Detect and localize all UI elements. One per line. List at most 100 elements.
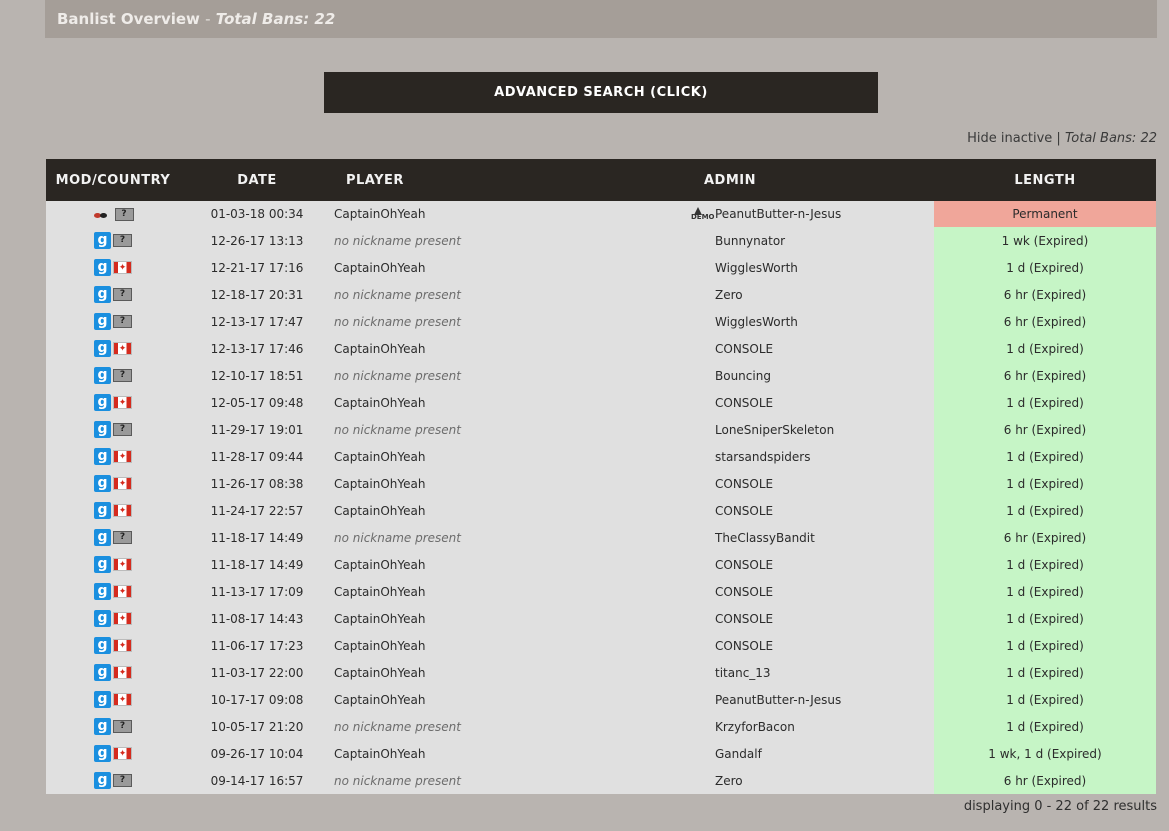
player-name[interactable]: no nickname present <box>334 416 684 443</box>
player-name[interactable]: no nickname present <box>334 227 684 254</box>
admin-name: CONSOLE <box>715 476 774 491</box>
col-admin[interactable]: ADMIN <box>684 159 934 201</box>
ban-date: 12-26-17 13:13 <box>180 227 334 254</box>
admin-name: Zero <box>715 773 743 788</box>
table-row[interactable]: g ✦ 11-18-17 14:49 CaptainOhYeah CONSOLE 1 d … <box>46 551 1156 578</box>
table-row[interactable]: g ✦ 12-21-17 17:16 CaptainOhYeah WigglesWort… <box>46 254 1156 281</box>
col-player[interactable]: PLAYER <box>334 159 684 201</box>
canada-flag-icon: ✦ <box>113 639 132 652</box>
admin-name: Gandalf <box>715 746 762 761</box>
table-row[interactable]: g? 12-26-17 13:13 no nickname present Bunny… <box>46 227 1156 254</box>
table-row[interactable]: g ✦ 11-24-17 22:57 CaptainOhYeah CONSOLE 1 d … <box>46 497 1156 524</box>
ban-length-expired: 1 d (Expired) <box>934 254 1156 281</box>
player-name[interactable]: CaptainOhYeah <box>334 686 684 713</box>
player-name[interactable]: CaptainOhYeah <box>334 443 684 470</box>
admin-cell: KrzyforBacon <box>684 713 934 740</box>
table-row[interactable]: g ✦ 10-17-17 09:08 CaptainOhYeah PeanutButte… <box>46 686 1156 713</box>
admin-cell: CONSOLE <box>684 470 934 497</box>
mod-country-cell: g? <box>46 416 180 443</box>
table-row[interactable]: g ✦ 11-13-17 17:09 CaptainOhYeah CONSOLE 1 d … <box>46 578 1156 605</box>
table-row[interactable]: g ✦ 11-26-17 08:38 CaptainOhYeah CONSOLE 1 d … <box>46 470 1156 497</box>
ban-length-expired: 6 hr (Expired) <box>934 308 1156 335</box>
table-row[interactable]: g? 12-10-17 18:51 no nickname present Bounc… <box>46 362 1156 389</box>
player-name[interactable]: CaptainOhYeah <box>334 578 684 605</box>
table-row[interactable]: g ✦ 11-06-17 17:23 CaptainOhYeah CONSOLE 1 d … <box>46 632 1156 659</box>
player-name[interactable]: CaptainOhYeah <box>334 551 684 578</box>
admin-cell: CONSOLE <box>684 497 934 524</box>
table-row[interactable]: g? 10-05-17 21:20 no nickname present Krzyf… <box>46 713 1156 740</box>
mod-country-cell: g ✦ <box>46 389 180 416</box>
admin-cell: WigglesWorth <box>684 308 934 335</box>
ban-length-expired: 1 d (Expired) <box>934 659 1156 686</box>
admin-name: Bouncing <box>715 368 771 383</box>
gmod-icon: g <box>94 664 111 681</box>
col-length[interactable]: LENGTH <box>934 159 1156 201</box>
table-row[interactable]: g? 12-13-17 17:47 no nickname present Wiggl… <box>46 308 1156 335</box>
unknown-country-icon: ? <box>114 208 134 221</box>
player-label: CaptainOhYeah <box>334 207 426 221</box>
advanced-search-button[interactable]: ADVANCED SEARCH (CLICK) <box>324 72 878 113</box>
player-name[interactable]: no nickname present <box>334 308 684 335</box>
table-row[interactable]: g ✦ 09-26-17 10:04 CaptainOhYeah Gandalf 1 wk… <box>46 740 1156 767</box>
player-label: CaptainOhYeah <box>334 611 426 626</box>
player-name[interactable]: no nickname present <box>334 524 684 551</box>
table-row[interactable]: g ✦ 11-03-17 22:00 CaptainOhYeah titanc_13 1 … <box>46 659 1156 686</box>
player-name[interactable]: CaptainOhYeah <box>334 659 684 686</box>
ban-date: 11-18-17 14:49 <box>180 551 334 578</box>
ban-length-expired: 1 d (Expired) <box>934 443 1156 470</box>
player-label: no nickname present <box>334 719 461 734</box>
mod-country-cell: g ✦ <box>46 497 180 524</box>
admin-cell: PeanutButter-n-Jesus <box>684 686 934 713</box>
player-name[interactable]: CaptainOhYeah <box>334 389 684 416</box>
player-name[interactable]: CaptainOhYeah <box>334 632 684 659</box>
player-name[interactable]: CaptainOhYeah <box>334 497 684 524</box>
admin-cell: Bouncing <box>684 362 934 389</box>
player-name[interactable]: no nickname present <box>334 281 684 308</box>
player-name[interactable]: CaptainOhYeah <box>334 335 684 362</box>
table-row[interactable]: g? 12-18-17 20:31 no nickname present Zero 6… <box>46 281 1156 308</box>
gmod-icon: g <box>94 340 111 357</box>
table-row[interactable]: g? 11-18-17 14:49 no nickname present TheCl… <box>46 524 1156 551</box>
player-name[interactable]: CaptainOhYeah <box>334 740 684 767</box>
unknown-country-icon: ? <box>113 531 132 544</box>
player-name[interactable]: no nickname present <box>334 767 684 794</box>
ban-length-expired: 6 hr (Expired) <box>934 281 1156 308</box>
table-row[interactable]: g ✦ 11-08-17 14:43 CaptainOhYeah CONSOLE 1 d … <box>46 605 1156 632</box>
gmod-icon: g <box>94 448 111 465</box>
admin-name: CONSOLE <box>715 584 774 599</box>
ban-length-expired: 6 hr (Expired) <box>934 767 1156 794</box>
table-row[interactable]: g ✦ 12-13-17 17:46 CaptainOhYeah CONSOLE 1 d … <box>46 335 1156 362</box>
admin-name: PeanutButter-n-Jesus <box>715 692 842 707</box>
admin-name: CONSOLE <box>715 557 774 572</box>
gmod-icon: g <box>94 610 111 627</box>
player-label: no nickname present <box>334 287 461 302</box>
player-name[interactable]: CaptainOhYeah <box>334 605 684 632</box>
player-label: CaptainOhYeah <box>334 638 426 653</box>
table-row[interactable]: ? 01-03-18 00:34 CaptainOhYeah DEMOPeanutBu… <box>46 201 1156 227</box>
table-row[interactable]: g ✦ 11-28-17 09:44 CaptainOhYeah starsandspi… <box>46 443 1156 470</box>
col-mod-country[interactable]: MOD/COUNTRY <box>46 159 180 201</box>
player-label: CaptainOhYeah <box>334 746 426 761</box>
admin-name: CONSOLE <box>715 503 774 518</box>
admin-name: LoneSniperSkeleton <box>715 422 835 437</box>
table-row[interactable]: g ✦ 12-05-17 09:48 CaptainOhYeah CONSOLE 1 d … <box>46 389 1156 416</box>
player-name[interactable]: no nickname present <box>334 362 684 389</box>
hide-inactive-link[interactable]: Hide inactive <box>967 131 1052 146</box>
col-date[interactable]: DATE <box>180 159 334 201</box>
ban-date: 09-26-17 10:04 <box>180 740 334 767</box>
canada-flag-icon: ✦ <box>113 450 132 463</box>
ban-length-expired: 1 d (Expired) <box>934 632 1156 659</box>
admin-name: KrzyforBacon <box>715 719 795 734</box>
title-separator: - <box>205 10 211 28</box>
gmod-icon: g <box>94 637 111 654</box>
player-name[interactable]: CaptainOhYeah <box>334 254 684 281</box>
gmod-icon: g <box>94 313 111 330</box>
canada-flag-icon: ✦ <box>113 261 132 274</box>
player-name[interactable]: no nickname present <box>334 713 684 740</box>
mod-country-cell: g? <box>46 767 180 794</box>
player-name[interactable]: CaptainOhYeah <box>334 201 684 227</box>
table-row[interactable]: g? 09-14-17 16:57 no nickname present Zero 6… <box>46 767 1156 794</box>
player-name[interactable]: CaptainOhYeah <box>334 470 684 497</box>
table-row[interactable]: g? 11-29-17 19:01 no nickname present LoneS… <box>46 416 1156 443</box>
player-label: no nickname present <box>334 314 461 329</box>
